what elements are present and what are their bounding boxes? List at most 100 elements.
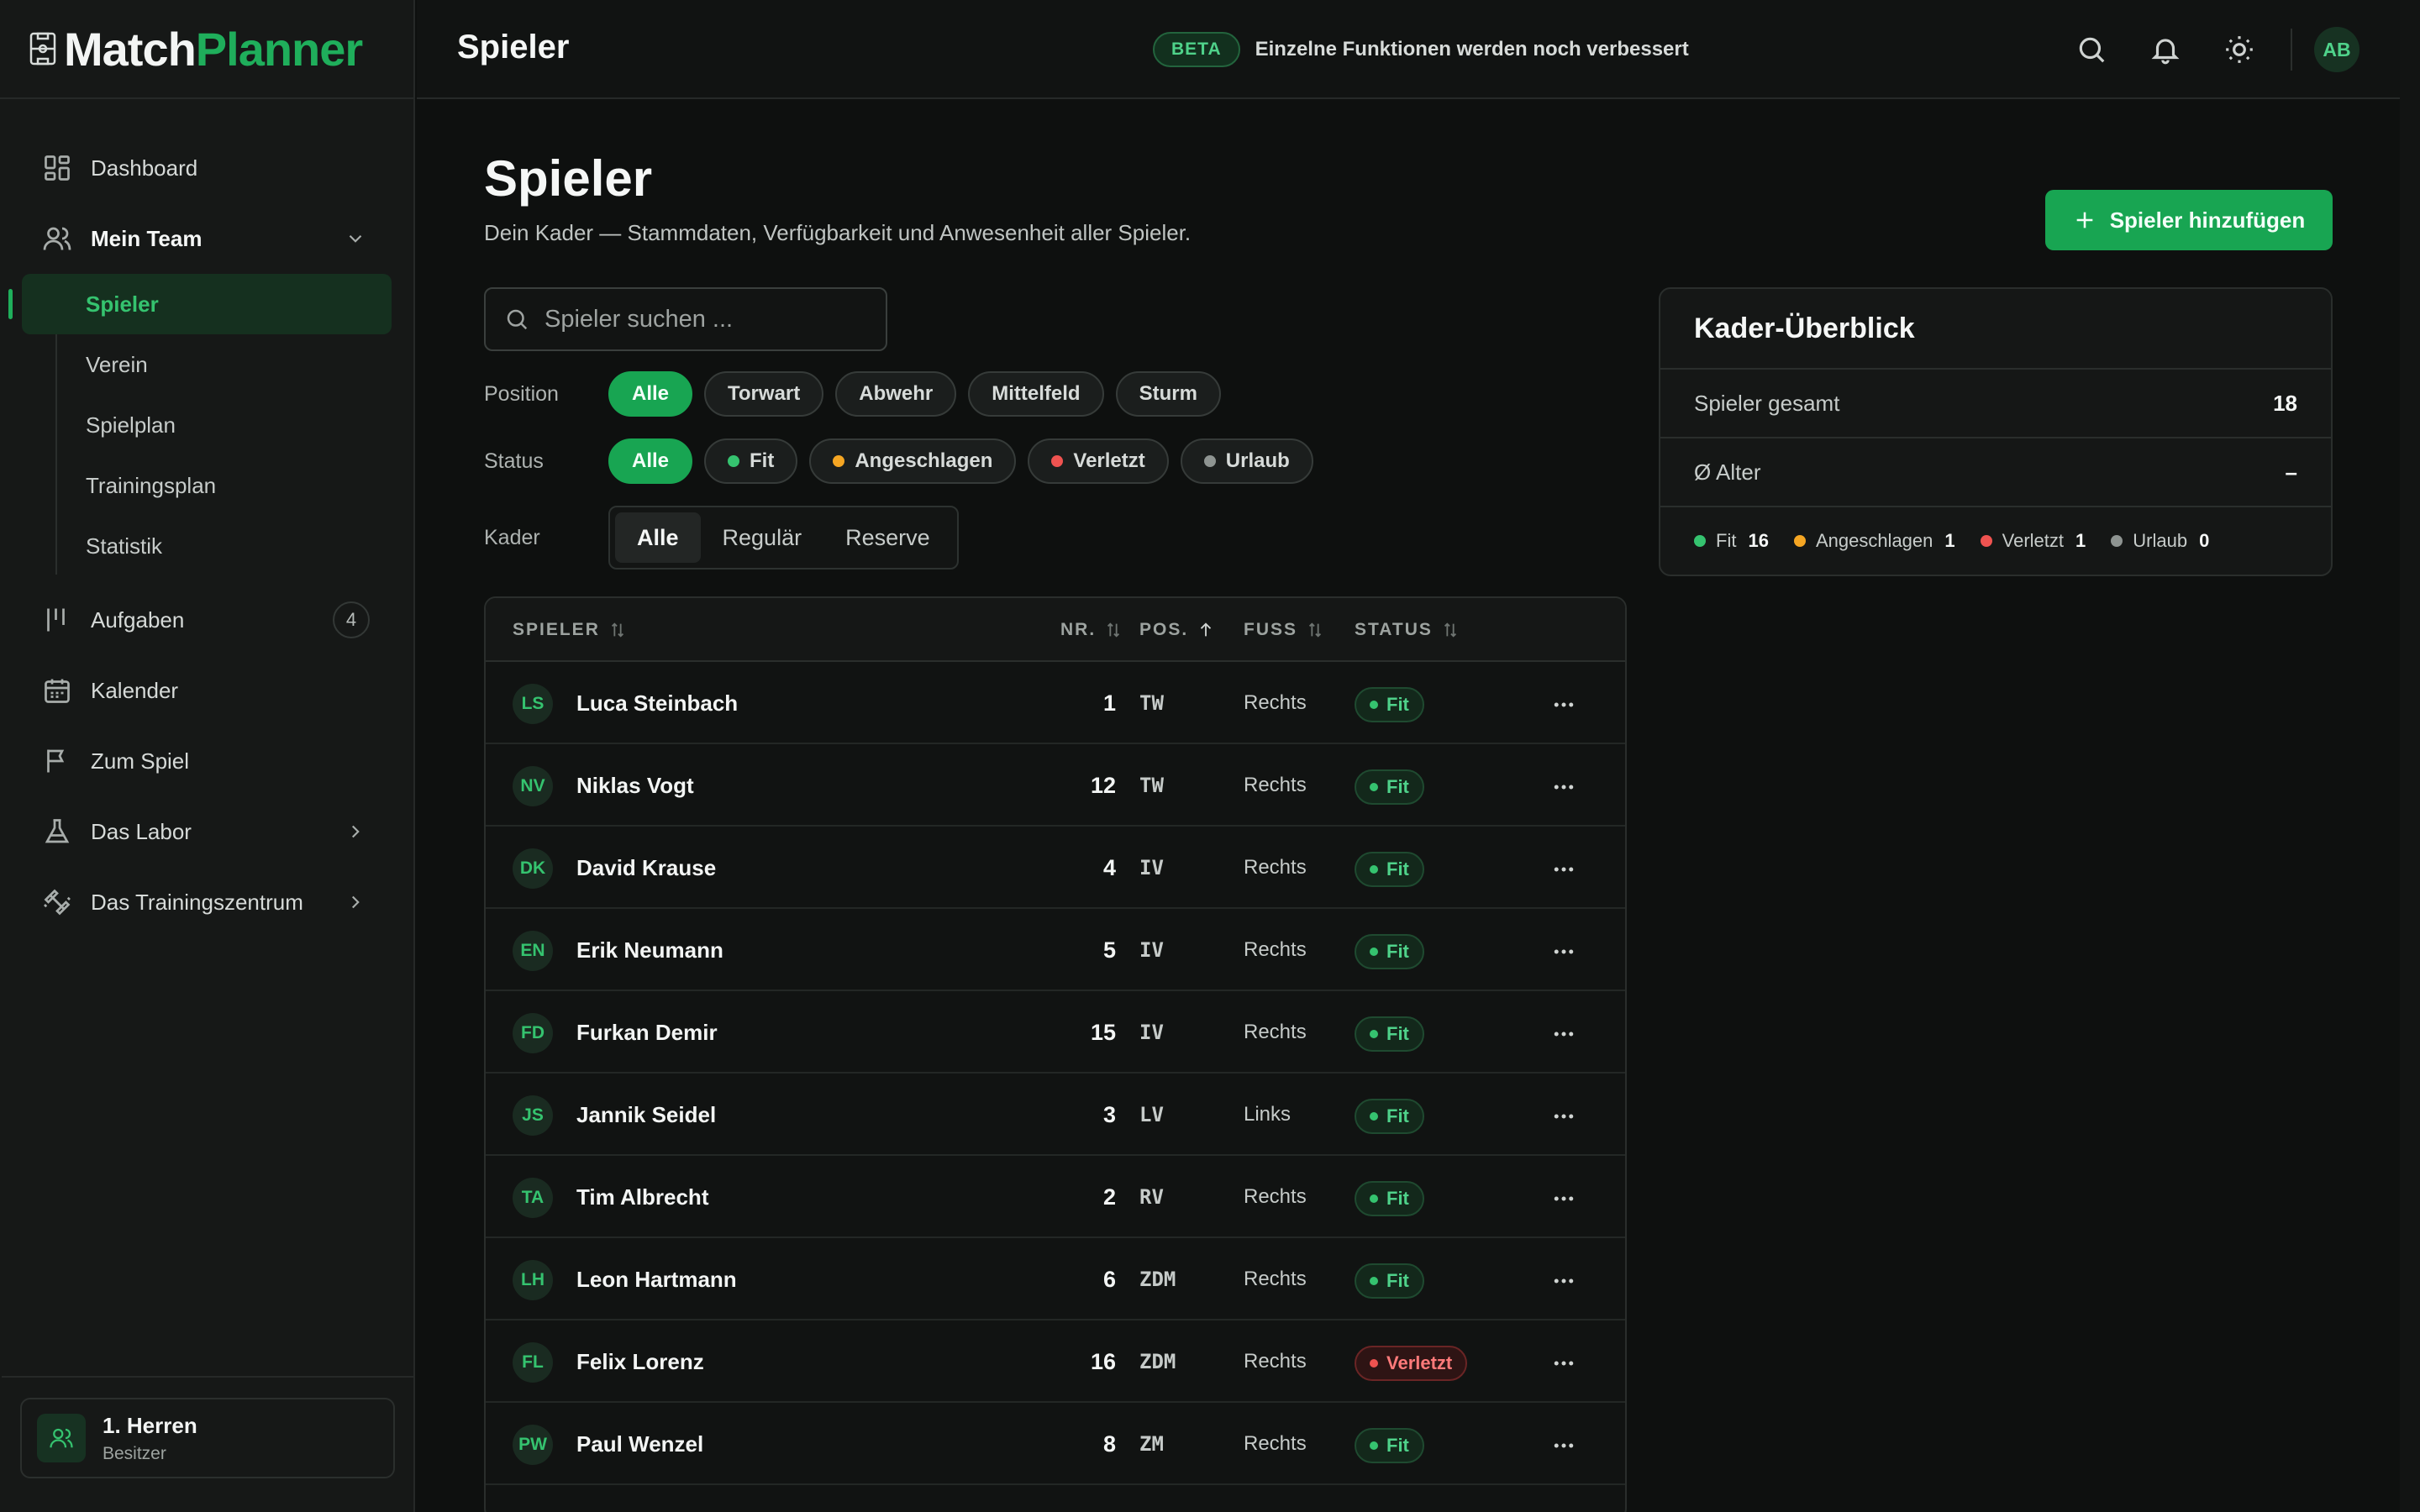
player-name[interactable]: Leon Hartmann bbox=[576, 1267, 737, 1293]
seg-kader-regulaer[interactable]: Regulär bbox=[701, 512, 824, 563]
status-dot bbox=[1370, 701, 1378, 709]
subnav-trainingsplan[interactable]: Trainingsplan bbox=[22, 455, 413, 516]
sort-asc-icon bbox=[1201, 622, 1212, 637]
subnav-verein[interactable]: Verein bbox=[22, 334, 413, 395]
seg-kader-alle[interactable]: Alle bbox=[615, 512, 701, 563]
legend-fit: Fit 16 bbox=[1694, 530, 1769, 552]
more-options-icon[interactable] bbox=[1551, 939, 1576, 964]
player-number: 3 bbox=[1102, 1102, 1116, 1127]
nav-trainingszentrum[interactable]: Das Trainingszentrum bbox=[0, 867, 413, 937]
player-name[interactable]: David Krause bbox=[576, 855, 716, 881]
status-label: Fit bbox=[1386, 858, 1409, 879]
status-badge: Fit bbox=[1355, 934, 1424, 969]
scrollbar[interactable] bbox=[2400, 0, 2420, 1512]
status-dot bbox=[1370, 1441, 1378, 1450]
app-logo[interactable]: Match Planner bbox=[0, 0, 413, 99]
chip-position-abwehr[interactable]: Abwehr bbox=[835, 371, 957, 417]
col-header-pos[interactable]: POS. bbox=[1139, 620, 1215, 640]
user-avatar[interactable]: AB bbox=[2314, 27, 2360, 72]
table-row[interactable]: FD Furkan Demir 15 IV Rechts Fit bbox=[486, 991, 1625, 1074]
chip-status-alle[interactable]: Alle bbox=[608, 438, 693, 484]
chip-position-mittelfeld[interactable]: Mittelfeld bbox=[968, 371, 1104, 417]
subnav-spieler[interactable]: Spieler bbox=[8, 274, 392, 334]
table-row[interactable]: TA Tim Albrecht 2 RV Rechts Fit bbox=[486, 1156, 1625, 1238]
team-switcher[interactable]: 1. Herren Besitzer bbox=[2, 1376, 413, 1478]
kader-segmented-control: Alle Regulär Reserve bbox=[608, 506, 959, 570]
chip-position-sturm[interactable]: Sturm bbox=[1115, 371, 1221, 417]
col-header-spieler[interactable]: SPIELER bbox=[513, 620, 627, 640]
search-icon[interactable] bbox=[2075, 34, 2107, 66]
player-name[interactable]: Felix Lorenz bbox=[576, 1349, 704, 1375]
chevron-down-icon[interactable] bbox=[345, 228, 366, 249]
nav-aufgaben[interactable]: Aufgaben 4 bbox=[0, 585, 413, 655]
table-row[interactable]: EN Erik Neumann 5 IV Rechts Fit bbox=[486, 909, 1625, 991]
legend-angeschlagen-label: Angeschlagen bbox=[1815, 530, 1933, 551]
nav-mein-team[interactable]: Mein Team bbox=[0, 203, 413, 274]
chip-status-fit-label: Fit bbox=[750, 449, 775, 472]
player-avatar: JS bbox=[513, 1095, 553, 1136]
kader-filter: Kader Alle Regulär Reserve bbox=[484, 506, 959, 570]
add-player-button[interactable]: Spieler hinzufügen bbox=[2045, 190, 2333, 250]
table-row[interactable]: LH Leon Hartmann 6 ZDM Rechts Fit bbox=[486, 1238, 1625, 1320]
nav-kalender[interactable]: Kalender bbox=[0, 655, 413, 726]
more-options-icon[interactable] bbox=[1551, 857, 1576, 882]
chip-status-angeschlagen[interactable]: Angeschlagen bbox=[809, 438, 1017, 484]
player-name[interactable]: Niklas Vogt bbox=[576, 773, 694, 799]
col-header-status[interactable]: STATUS bbox=[1355, 620, 1460, 640]
player-name[interactable]: Paul Wenzel bbox=[576, 1431, 703, 1457]
chip-status-fit[interactable]: Fit bbox=[704, 438, 798, 484]
player-name[interactable]: Luca Steinbach bbox=[576, 690, 738, 717]
nav-dashboard[interactable]: Dashboard bbox=[0, 133, 413, 203]
topbar-title: Spieler bbox=[457, 29, 570, 66]
bell-icon[interactable] bbox=[2149, 34, 2181, 66]
sun-icon[interactable] bbox=[2223, 34, 2255, 66]
table-row[interactable]: DK David Krause 4 IV Rechts Fit bbox=[486, 827, 1625, 909]
table-row[interactable]: NV Niklas Vogt 12 TW Rechts Fit bbox=[486, 744, 1625, 827]
more-options-icon[interactable] bbox=[1551, 1268, 1576, 1294]
chip-status-urlaub[interactable]: Urlaub bbox=[1180, 438, 1313, 484]
col-header-fuss[interactable]: FUSS bbox=[1244, 620, 1324, 640]
more-options-icon[interactable] bbox=[1551, 774, 1576, 800]
col-header-nr[interactable]: NR. bbox=[1060, 620, 1123, 640]
chip-position-torwart[interactable]: Torwart bbox=[704, 371, 824, 417]
status-badge: Fit bbox=[1355, 1263, 1424, 1299]
overview-age-value: – bbox=[2285, 459, 2297, 485]
player-number: 2 bbox=[1102, 1184, 1116, 1210]
search-input[interactable] bbox=[544, 305, 864, 333]
player-name[interactable]: Tim Albrecht bbox=[576, 1184, 708, 1210]
player-number: 15 bbox=[1090, 1020, 1116, 1045]
vacation-dot bbox=[2111, 535, 2123, 547]
nav-das-labor-label: Das Labor bbox=[91, 818, 192, 844]
table-row[interactable]: FL Felix Lorenz 16 ZDM Rechts Verletzt bbox=[486, 1320, 1625, 1403]
table-row[interactable]: PW Paul Wenzel 8 ZM Rechts Fit bbox=[486, 1403, 1625, 1485]
subnav-spielplan[interactable]: Spielplan bbox=[22, 395, 413, 455]
page-subtitle: Dein Kader — Stammdaten, Verfügbarkeit u… bbox=[484, 220, 1192, 245]
more-options-icon[interactable] bbox=[1551, 692, 1576, 717]
seg-kader-reserve[interactable]: Reserve bbox=[823, 512, 952, 563]
nav-zum-spiel[interactable]: Zum Spiel bbox=[0, 726, 413, 796]
player-foot: Rechts bbox=[1244, 1432, 1307, 1455]
player-search[interactable] bbox=[484, 287, 887, 351]
chevron-right-icon[interactable] bbox=[345, 891, 366, 913]
more-options-icon[interactable] bbox=[1551, 1351, 1576, 1376]
more-options-icon[interactable] bbox=[1551, 1433, 1576, 1458]
team-subnav: Spieler Verein Spielplan Trainingsplan S… bbox=[8, 274, 413, 585]
table-row[interactable]: LS Luca Steinbach 1 TW Rechts Fit bbox=[486, 662, 1625, 744]
status-dot bbox=[1370, 1194, 1378, 1203]
nav-das-labor[interactable]: Das Labor bbox=[0, 796, 413, 867]
more-options-icon[interactable] bbox=[1551, 1104, 1576, 1129]
player-name[interactable]: Jannik Seidel bbox=[576, 1102, 716, 1128]
player-name[interactable]: Erik Neumann bbox=[576, 937, 723, 963]
more-options-icon[interactable] bbox=[1551, 1186, 1576, 1211]
subnav-statistik[interactable]: Statistik bbox=[22, 516, 413, 576]
tasks-count-badge: 4 bbox=[333, 601, 370, 638]
more-options-icon[interactable] bbox=[1551, 1021, 1576, 1047]
chip-position-alle[interactable]: Alle bbox=[608, 371, 693, 417]
sort-icon bbox=[1107, 622, 1120, 638]
chevron-right-icon[interactable] bbox=[345, 821, 366, 843]
legend-verletzt: Verletzt 1 bbox=[1980, 530, 2086, 552]
vacation-dot bbox=[1203, 455, 1216, 467]
player-name[interactable]: Furkan Demir bbox=[576, 1020, 718, 1046]
table-row[interactable]: JS Jannik Seidel 3 LV Links Fit bbox=[486, 1074, 1625, 1156]
chip-status-verletzt[interactable]: Verletzt bbox=[1028, 438, 1169, 484]
